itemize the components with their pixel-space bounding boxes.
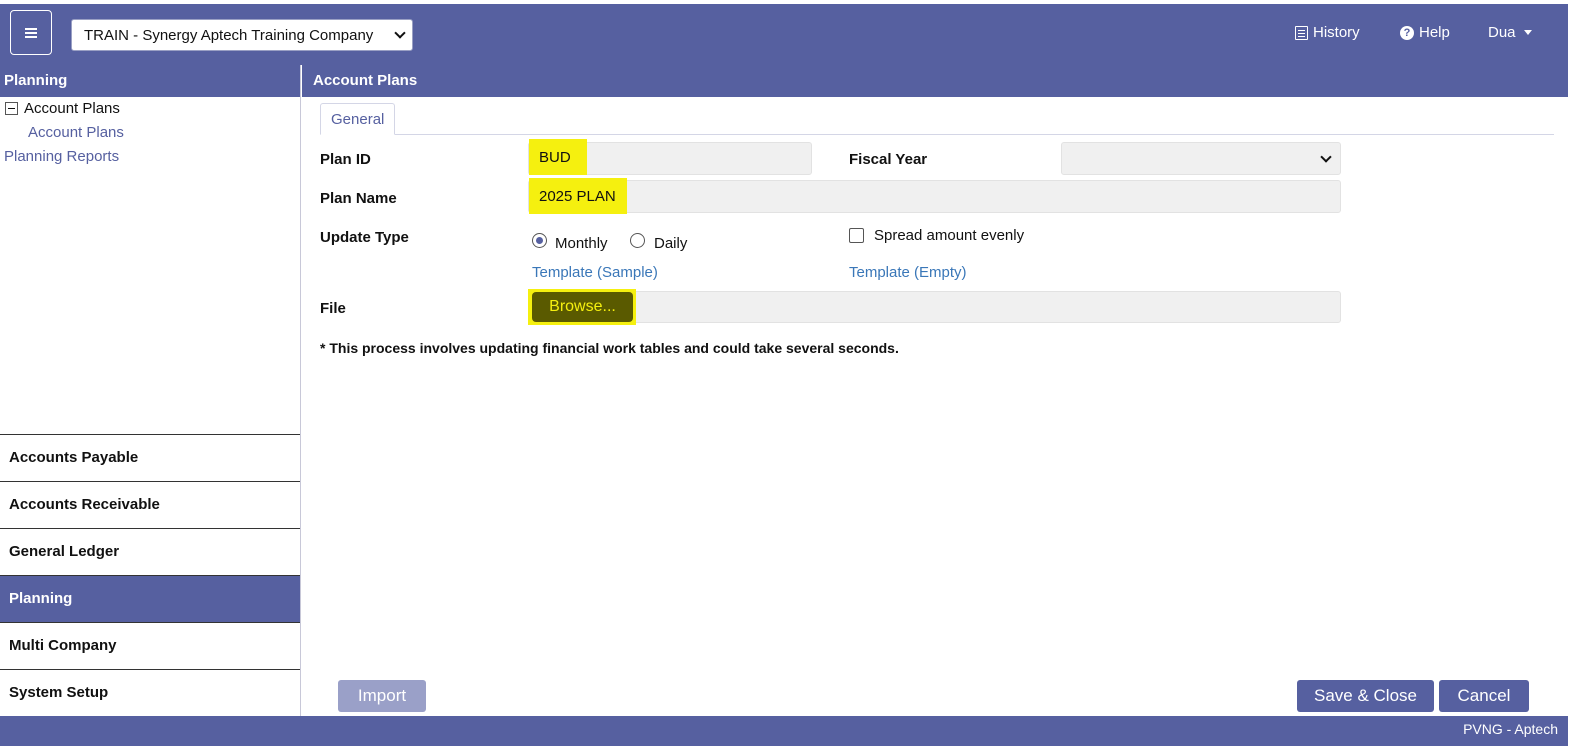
radio-monthly[interactable]: Monthly	[532, 229, 608, 252]
file-label: File	[320, 300, 346, 317]
module-multi-company[interactable]: Multi Company	[0, 622, 300, 669]
tab-bar: General	[320, 103, 1554, 135]
radio-monthly-indicator[interactable]	[532, 233, 547, 248]
hamburger-menu-button[interactable]	[10, 10, 52, 55]
chevron-down-icon	[394, 27, 406, 39]
history-link[interactable]: History	[1295, 24, 1360, 41]
spread-evenly-checkbox[interactable]: Spread amount evenly	[849, 227, 1024, 244]
tree-item-account-plans[interactable]: Account Plans	[5, 100, 120, 117]
update-type-label: Update Type	[320, 229, 409, 246]
chevron-down-icon	[1320, 150, 1332, 163]
module-list: Accounts Payable Accounts Receivable Gen…	[0, 434, 300, 716]
hamburger-icon	[25, 26, 37, 40]
caret-down-icon	[1523, 30, 1532, 35]
fiscal-year-select[interactable]	[1061, 142, 1341, 175]
spread-evenly-label: Spread amount evenly	[874, 227, 1025, 244]
planning-reports-link[interactable]: Planning Reports	[4, 148, 119, 165]
tab-general[interactable]: General	[320, 103, 396, 135]
top-bar: TRAIN - Synergy Aptech Training Company …	[0, 4, 1568, 65]
history-label: History	[1313, 24, 1360, 41]
tree-child-account-plans[interactable]: Account Plans	[28, 124, 124, 141]
user-name: Dua	[1488, 24, 1516, 41]
module-planning[interactable]: Planning	[0, 575, 300, 622]
plan-name-label: Plan Name	[320, 190, 397, 207]
help-icon: ?	[1400, 25, 1414, 40]
file-input[interactable]	[528, 291, 1341, 323]
radio-monthly-label: Monthly	[555, 235, 608, 252]
sidebar: Planning Account Plans Account Plans Pla…	[0, 65, 301, 716]
plan-name-value: 2025 PLAN	[529, 178, 627, 214]
company-select[interactable]: TRAIN - Synergy Aptech Training Company	[71, 19, 413, 51]
spread-evenly-box[interactable]	[849, 228, 864, 243]
template-sample-link[interactable]: Template (Sample)	[532, 264, 658, 281]
plan-id-label: Plan ID	[320, 151, 371, 168]
user-menu[interactable]: Dua	[1488, 24, 1532, 41]
radio-daily-label: Daily	[654, 235, 688, 252]
process-note: * This process involves updating financi…	[320, 340, 899, 356]
main-panel: Account Plans General Plan ID BUD Fiscal…	[302, 65, 1568, 716]
radio-daily-indicator[interactable]	[630, 233, 645, 248]
help-link[interactable]: ? Help	[1400, 24, 1450, 41]
plan-name-input[interactable]: 2025 PLAN	[528, 178, 1341, 214]
template-empty-link[interactable]: Template (Empty)	[849, 264, 967, 281]
module-system-setup[interactable]: System Setup	[0, 669, 300, 716]
company-select-value: TRAIN - Synergy Aptech Training Company	[84, 26, 374, 44]
fiscal-year-label: Fiscal Year	[849, 151, 928, 168]
status-bar: PVNG - Aptech	[0, 716, 1568, 746]
module-general-ledger[interactable]: General Ledger	[0, 528, 300, 575]
module-accounts-payable[interactable]: Accounts Payable	[0, 434, 300, 481]
browse-button[interactable]: Browse...	[532, 292, 633, 322]
sidebar-section-title: Planning	[0, 65, 300, 97]
plan-id-value: BUD	[529, 139, 587, 175]
radio-daily[interactable]: Daily	[630, 229, 687, 252]
import-button[interactable]: Import	[338, 680, 426, 712]
cancel-button[interactable]: Cancel	[1439, 680, 1529, 712]
footer-label: PVNG - Aptech	[1463, 721, 1558, 737]
page-title: Account Plans	[302, 65, 1568, 97]
tree-item-label: Account Plans	[24, 100, 120, 117]
save-close-button[interactable]: Save & Close	[1297, 680, 1434, 712]
plan-id-input[interactable]: BUD	[528, 139, 812, 175]
module-accounts-receivable[interactable]: Accounts Receivable	[0, 481, 300, 528]
history-icon	[1295, 25, 1308, 40]
collapse-icon[interactable]	[5, 102, 18, 115]
help-label: Help	[1419, 24, 1450, 41]
